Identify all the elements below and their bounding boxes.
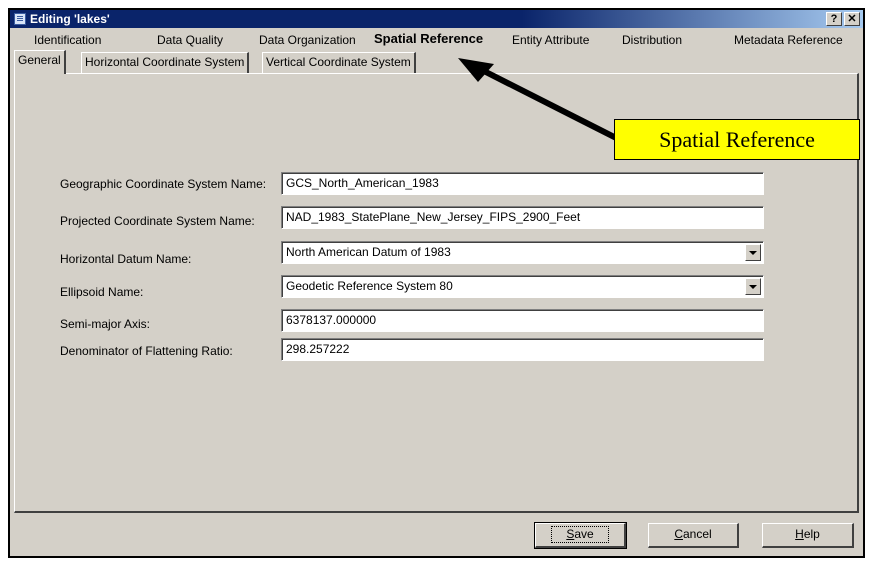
horizontal-datum-label: Horizontal Datum Name: <box>60 252 192 266</box>
save-button[interactable]: Save <box>534 522 627 549</box>
tab-spatial-reference[interactable]: Spatial Reference <box>374 32 483 46</box>
chevron-down-icon[interactable] <box>745 278 761 295</box>
spatial-reference-callout: Spatial Reference <box>614 119 860 160</box>
horizontal-datum-value: North American Datum of 1983 <box>286 245 451 259</box>
projected-cs-input[interactable]: NAD_1983_StatePlane_New_Jersey_FIPS_2900… <box>281 206 764 229</box>
subtab-horizontal-coordinate-system[interactable]: Horizontal Coordinate System <box>81 52 250 73</box>
subtab-vertical-coordinate-system[interactable]: Vertical Coordinate System <box>262 52 416 73</box>
close-icon[interactable]: ✕ <box>844 12 860 26</box>
help-accel-key: H <box>795 527 804 541</box>
top-tab-strip: Identification Data Quality Data Organiz… <box>10 28 863 50</box>
title-bar[interactable]: Editing 'lakes' ? ✕ <box>10 10 863 28</box>
tab-distribution[interactable]: Distribution <box>622 33 682 47</box>
ellipsoid-select[interactable]: Geodetic Reference System 80 <box>281 275 764 298</box>
subtab-general[interactable]: General <box>14 50 66 74</box>
tab-data-quality[interactable]: Data Quality <box>157 33 223 47</box>
help-title-button[interactable]: ? <box>826 12 842 26</box>
tab-data-organization[interactable]: Data Organization <box>259 33 356 47</box>
chevron-down-icon[interactable] <box>745 244 761 261</box>
save-label-rest: ave <box>574 527 594 541</box>
help-label-rest: elp <box>803 527 820 541</box>
geographic-cs-input[interactable]: GCS_North_American_1983 <box>281 172 764 195</box>
cancel-accel-key: C <box>674 527 683 541</box>
document-edit-icon <box>14 13 26 25</box>
horizontal-datum-select[interactable]: North American Datum of 1983 <box>281 241 764 264</box>
tab-identification[interactable]: Identification <box>34 33 101 47</box>
cancel-button[interactable]: Cancel <box>648 523 739 548</box>
window-title: Editing 'lakes' <box>30 12 110 26</box>
cancel-label-rest: ancel <box>682 527 712 541</box>
ellipsoid-label: Ellipsoid Name: <box>60 285 144 299</box>
save-button-focus: Save <box>551 526 609 543</box>
dialog-client-area: Identification Data Quality Data Organiz… <box>10 28 863 556</box>
flattening-ratio-label: Denominator of Flattening Ratio: <box>60 344 233 358</box>
semi-major-axis-input[interactable]: 6378137.000000 <box>281 309 764 332</box>
geographic-cs-label: Geographic Coordinate System Name: <box>60 177 267 191</box>
tab-entity-attribute[interactable]: Entity Attribute <box>512 33 589 47</box>
flattening-ratio-input[interactable]: 298.257222 <box>281 338 764 361</box>
ellipsoid-value: Geodetic Reference System 80 <box>286 279 453 293</box>
projected-cs-label: Projected Coordinate System Name: <box>60 214 255 228</box>
semi-major-axis-label: Semi-major Axis: <box>60 317 151 331</box>
help-button[interactable]: Help <box>762 523 854 548</box>
tab-metadata-reference[interactable]: Metadata Reference <box>734 33 843 47</box>
sub-tab-strip: General Horizontal Coordinate System Ver… <box>10 50 863 74</box>
